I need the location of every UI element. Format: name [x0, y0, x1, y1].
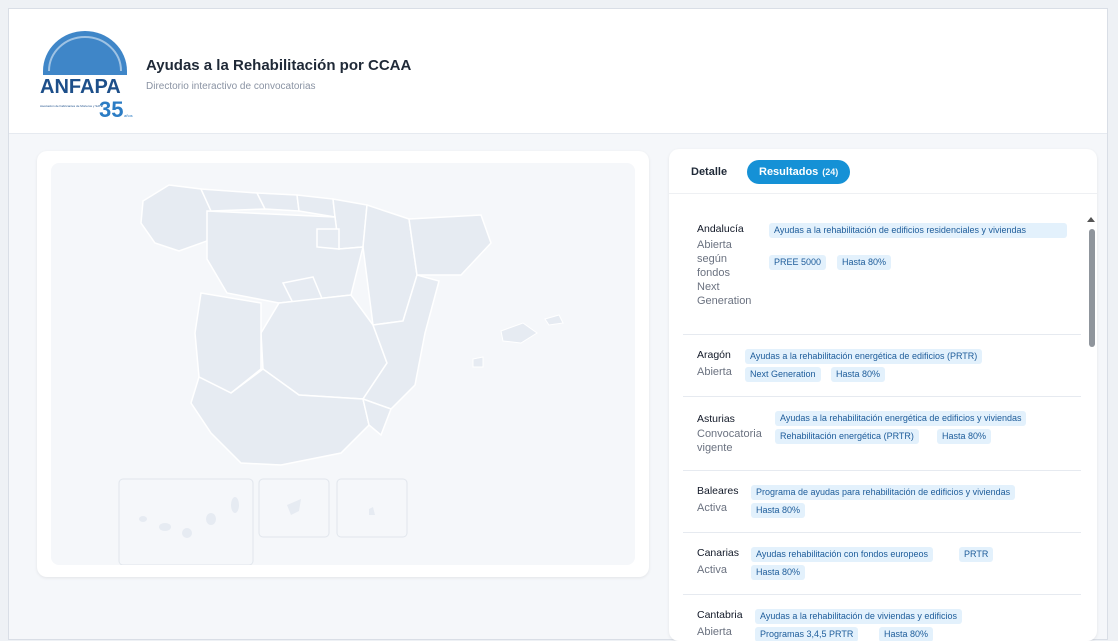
- program-tag[interactable]: Programa de ayudas para rehabilitación d…: [751, 485, 1016, 500]
- fund-tag[interactable]: Next Generation: [745, 367, 821, 382]
- status-text: Activa: [697, 564, 727, 576]
- tab-resultados[interactable]: Resultados (24): [747, 160, 851, 184]
- fund-tag[interactable]: Programas 3,4,5 PRTR: [755, 627, 859, 641]
- map-region-canarias-4[interactable]: [206, 513, 216, 525]
- list-item[interactable]: Cantabria Abierta Ayudas a la rehabilita…: [683, 595, 1081, 641]
- tab-resultados-label: Resultados: [759, 166, 819, 178]
- scrollbar-thumb[interactable]: [1089, 229, 1095, 347]
- fund-tag[interactable]: PRTR: [959, 547, 994, 562]
- percent-tag[interactable]: Hasta 80%: [879, 627, 934, 641]
- page-subtitle: Directorio interactivo de convocatorias: [146, 81, 316, 92]
- map-region-pais-vasco[interactable]: [296, 194, 336, 218]
- program-tag[interactable]: Ayudas a la rehabilitación de edificios …: [769, 223, 1067, 238]
- percent-tag[interactable]: Hasta 80%: [751, 565, 806, 580]
- status-text: Abierta: [697, 626, 732, 638]
- results-count-badge: (24): [822, 167, 839, 177]
- program-tag[interactable]: Ayudas rehabilitación con fondos europeo…: [751, 547, 933, 562]
- spain-map: [118, 184, 564, 565]
- status-text: Convocatoria vigente: [697, 428, 762, 454]
- fund-tag[interactable]: Rehabilitación energética (PRTR): [775, 429, 919, 444]
- scroll-up-icon[interactable]: [1087, 217, 1095, 222]
- inset-canarias: [118, 478, 254, 565]
- results-list: Andalucía Abierta según fondos Next Gene…: [683, 209, 1081, 641]
- app-window: ANFAPA Asociación de Fabricantes de Mort…: [8, 8, 1108, 641]
- anfapa-logo: ANFAPA Asociación de Fabricantes de Mort…: [40, 31, 133, 119]
- map-region-menorca[interactable]: [544, 314, 564, 326]
- fund-tag[interactable]: PREE 5000: [769, 255, 827, 270]
- map-region-canarias-2[interactable]: [159, 523, 171, 531]
- list-item[interactable]: Baleares Activa Programa de ayudas para …: [683, 471, 1081, 533]
- list-item[interactable]: Aragón Abierta Ayudas a la rehabilitació…: [683, 335, 1081, 397]
- map-region-cataluna[interactable]: [408, 214, 492, 276]
- map-region-la-rioja[interactable]: [316, 228, 340, 250]
- map-card: [37, 151, 649, 577]
- status-text: Abierta según fondos Next Generation: [697, 239, 752, 307]
- map-region-canarias-5[interactable]: [231, 497, 239, 513]
- svg-text:Asociación de Fabricantes de M: Asociación de Fabricantes de Morteros y …: [40, 104, 103, 108]
- panel-tabs: Detalle Resultados (24): [669, 149, 1097, 194]
- map-area: [51, 163, 635, 565]
- map-region-mallorca[interactable]: [500, 322, 538, 344]
- status-text: Activa: [697, 502, 727, 514]
- map-region-asturias[interactable]: [199, 188, 267, 212]
- program-tag[interactable]: Ayudas a la rehabilitación de viviendas …: [755, 609, 962, 624]
- region-name: Canarias: [697, 547, 740, 559]
- svg-text:ANFAPA: ANFAPA: [40, 76, 121, 98]
- map-region-canarias-3[interactable]: [182, 528, 192, 538]
- region-name: Andalucía: [697, 223, 744, 235]
- region-name: Baleares: [697, 485, 739, 497]
- svg-text:35: 35: [99, 97, 123, 119]
- program-tag[interactable]: Ayudas a la rehabilitación energética de…: [775, 411, 1027, 426]
- list-item[interactable]: Canarias Activa Ayudas rehabilitación co…: [683, 533, 1081, 595]
- tab-detalle[interactable]: Detalle: [691, 166, 727, 178]
- map-region-ibiza[interactable]: [472, 356, 484, 368]
- svg-text:años: años: [124, 113, 133, 118]
- results-panel: Detalle Resultados (24) Andalucía Abierta…: [669, 149, 1097, 641]
- header: ANFAPA Asociación de Fabricantes de Mort…: [9, 9, 1107, 134]
- program-tag[interactable]: Ayudas a la rehabilitación energética de…: [745, 349, 983, 364]
- list-item[interactable]: Asturias Convocatoria vigente Ayudas a l…: [683, 397, 1081, 471]
- percent-tag[interactable]: Hasta 80%: [751, 503, 806, 518]
- map-region-galicia[interactable]: [140, 184, 212, 252]
- percent-tag[interactable]: Hasta 80%: [937, 429, 992, 444]
- region-name: Asturias: [697, 413, 735, 425]
- status-text: Abierta: [697, 366, 732, 378]
- map-region-canarias-1[interactable]: [139, 516, 147, 522]
- region-name: Aragón: [697, 349, 731, 361]
- list-item[interactable]: Andalucía Abierta según fondos Next Gene…: [683, 209, 1081, 335]
- page-title: Ayudas a la Rehabilitación por CCAA: [146, 57, 412, 74]
- percent-tag[interactable]: Hasta 80%: [831, 367, 886, 382]
- region-name: Cantabria: [697, 609, 743, 621]
- percent-tag[interactable]: Hasta 80%: [837, 255, 892, 270]
